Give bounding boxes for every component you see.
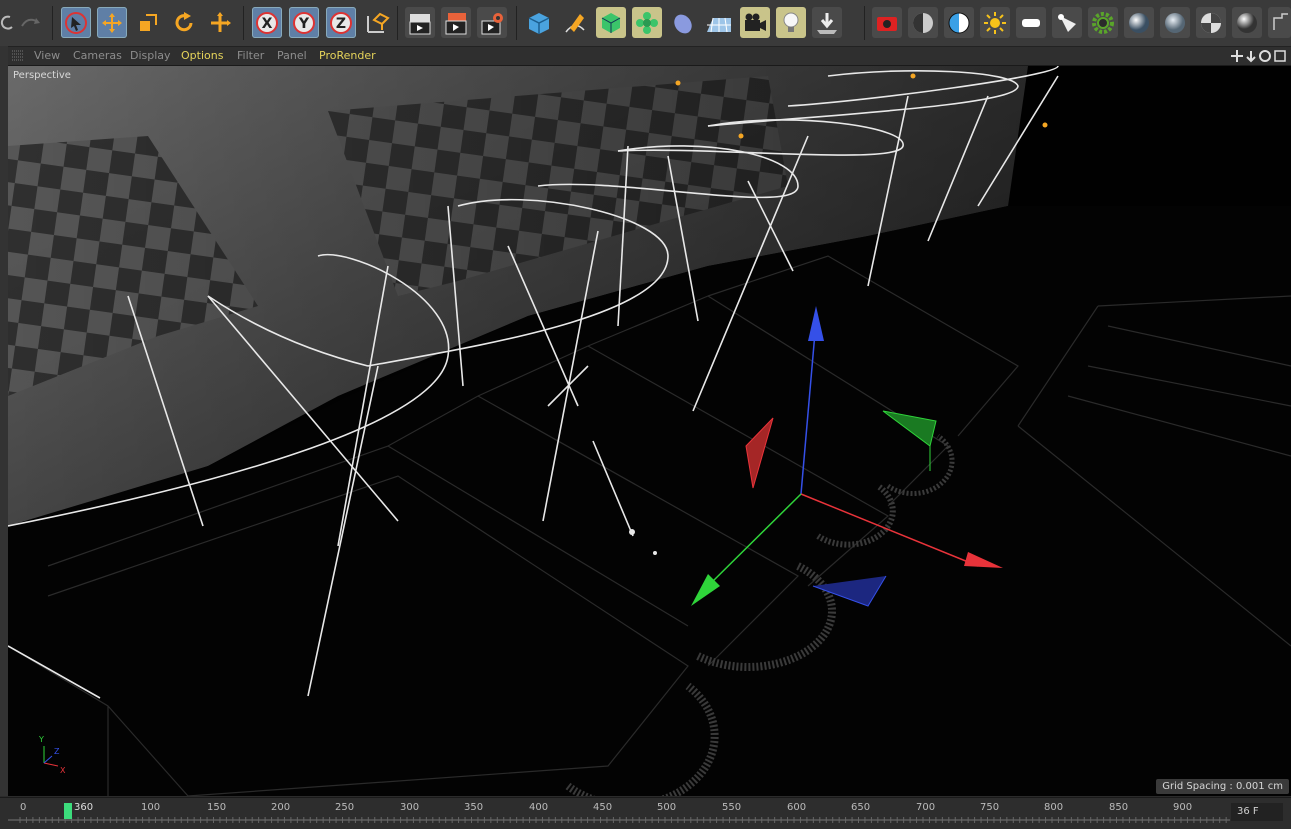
y-axis-lock-icon[interactable]: Y [289, 7, 319, 38]
tick-550: 550 [722, 802, 742, 813]
tick-350: 350 [464, 802, 484, 813]
svg-text:Z: Z [54, 747, 60, 756]
glass-sphere-icon[interactable] [1160, 7, 1190, 38]
tick-300: 300 [400, 802, 420, 813]
chrome-sphere-icon[interactable] [1232, 7, 1262, 38]
viewport-menubar: View Cameras Display Options Filter Pane… [8, 47, 1291, 66]
menu-options[interactable]: Options [181, 49, 223, 62]
menu-panel[interactable]: Panel [277, 49, 307, 62]
svg-text:Y: Y [38, 735, 44, 744]
drop-to-floor-icon[interactable] [812, 7, 842, 38]
tick-900: 900 [1173, 802, 1193, 813]
viewport-nav-icons[interactable] [1231, 49, 1287, 63]
rotate-icon[interactable] [169, 7, 199, 38]
tick-150: 150 [207, 802, 227, 813]
sun-icon[interactable] [980, 7, 1010, 38]
more-icon[interactable] [1268, 7, 1291, 38]
tick-700: 700 [916, 802, 936, 813]
z-axis-label: Z [336, 16, 346, 32]
playhead[interactable] [64, 803, 72, 819]
checker-sphere-icon[interactable] [1196, 7, 1226, 38]
cloner-icon[interactable] [632, 7, 662, 38]
light-icon[interactable] [776, 7, 806, 38]
edit-render-settings-icon[interactable] [477, 7, 507, 38]
subdivision-surface-icon[interactable] [596, 7, 626, 38]
timeline-ruler[interactable]: 0 100 150 200 250 300 350 400 450 500 55… [8, 800, 1230, 826]
tick-650: 650 [851, 802, 871, 813]
menu-prorender[interactable]: ProRender [319, 49, 376, 62]
tick-200: 200 [271, 802, 291, 813]
perspective-viewport[interactable]: Y Z X Perspective Grid Spacing : 0.001 c… [8, 66, 1291, 796]
undo-icon[interactable] [0, 7, 14, 38]
z-axis-lock-icon[interactable]: Z [326, 7, 356, 38]
floor-icon[interactable] [704, 7, 734, 38]
tick-850: 850 [1109, 802, 1129, 813]
x-axis-lock-icon[interactable]: X [252, 7, 282, 38]
recent-tool-icon[interactable] [205, 7, 235, 38]
tick-450: 450 [593, 802, 613, 813]
prorender-camera-icon[interactable] [872, 7, 902, 38]
svg-text:X: X [60, 766, 66, 775]
grid-spacing-readout: Grid Spacing : 0.001 cm [1156, 779, 1289, 794]
tick-0: 0 [20, 802, 27, 813]
timeline[interactable]: 0 100 150 200 250 300 350 400 450 500 55… [0, 797, 1291, 829]
gear-render-icon[interactable] [1088, 7, 1118, 38]
halfsphere-icon[interactable] [908, 7, 938, 38]
menu-cameras[interactable]: Cameras [73, 49, 122, 62]
deformer-icon[interactable] [668, 7, 698, 38]
main-toolbar: X Y Z [0, 0, 1291, 47]
current-frame-field[interactable]: 36 F [1231, 803, 1283, 821]
live-select-icon[interactable] [61, 7, 91, 38]
menu-filter[interactable]: Filter [237, 49, 264, 62]
tick-500: 500 [657, 802, 677, 813]
cube-icon[interactable] [524, 7, 554, 38]
tick-600: 600 [787, 802, 807, 813]
menu-display[interactable]: Display [130, 49, 171, 62]
grip-icon[interactable] [11, 50, 25, 62]
scale-icon[interactable] [133, 7, 163, 38]
camera-icon[interactable] [740, 7, 770, 38]
tick-100: 100 [141, 802, 161, 813]
tick-250: 250 [335, 802, 355, 813]
y-axis-label: Y [298, 16, 310, 32]
render-view-icon[interactable] [405, 7, 435, 38]
tick-800: 800 [1044, 802, 1064, 813]
move-icon[interactable] [97, 7, 127, 38]
pen-spline-icon[interactable] [560, 7, 590, 38]
material-sphere-icon[interactable] [1124, 7, 1154, 38]
spot-light-icon[interactable] [1052, 7, 1082, 38]
contrast-icon[interactable] [944, 7, 974, 38]
tick-400: 400 [529, 802, 549, 813]
coordinate-system-icon[interactable] [362, 7, 392, 38]
left-dock-strip [0, 46, 8, 796]
playhead-label: 360 [74, 802, 94, 813]
x-axis-label: X [262, 16, 273, 32]
viewport-label: Perspective [13, 70, 71, 81]
tick-750: 750 [980, 802, 1000, 813]
scene-render: Y Z X [8, 66, 1291, 796]
menu-view[interactable]: View [34, 49, 60, 62]
render-picture-viewer-icon[interactable] [441, 7, 471, 38]
redo-icon[interactable] [16, 7, 46, 38]
area-light-icon[interactable] [1016, 7, 1046, 38]
